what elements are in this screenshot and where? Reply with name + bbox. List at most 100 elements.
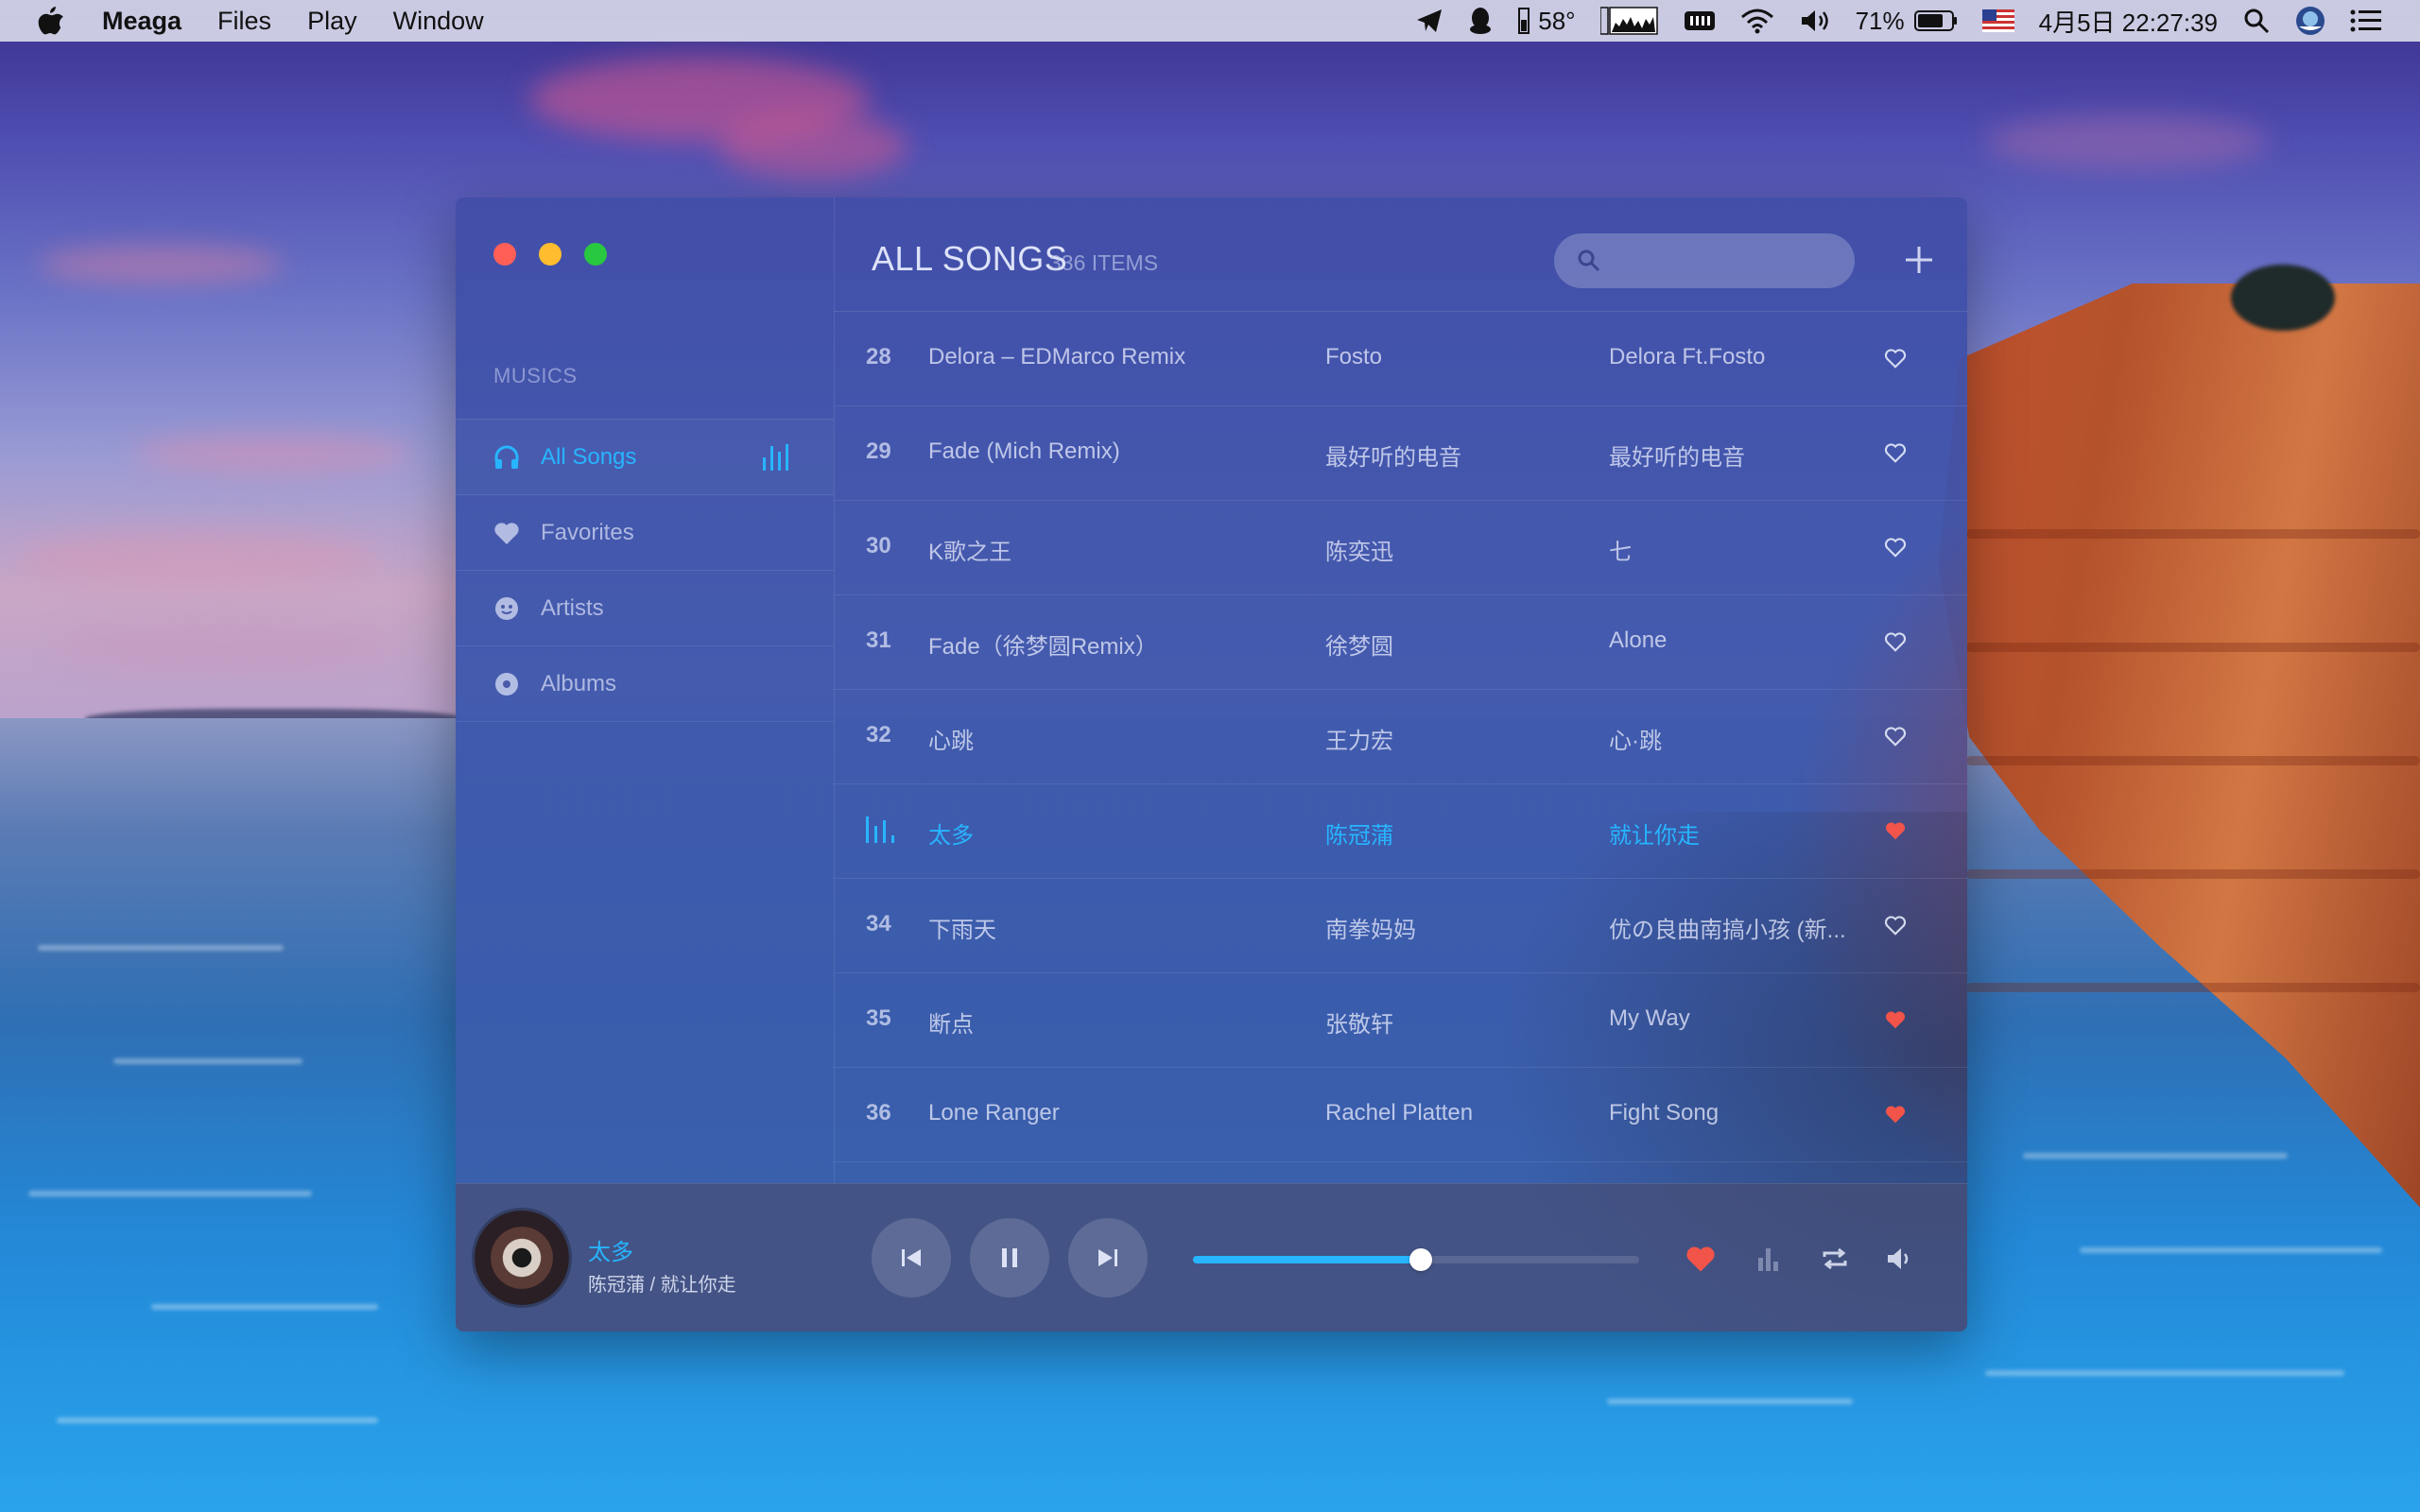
song-artist[interactable]: Rachel Platten xyxy=(1325,1100,1571,1126)
menu-files[interactable]: Files xyxy=(217,7,271,36)
telegram-icon[interactable] xyxy=(1415,8,1443,34)
now-playing-artist-album: 陈冠蒲 / 就让你走 xyxy=(588,1275,736,1296)
song-artist[interactable]: 陈冠蒲 xyxy=(1325,816,1571,850)
sidebar-item-label: All Songs xyxy=(541,443,637,470)
clock[interactable]: 4月5日 22:27:39 xyxy=(2039,4,2218,39)
favorite-filled-heart-icon[interactable] xyxy=(1881,816,1910,845)
song-artist[interactable]: 张敬轩 xyxy=(1325,1005,1571,1039)
favorite-outline-heart-icon[interactable] xyxy=(1881,627,1910,656)
cpu-graph-icon[interactable] xyxy=(1599,6,1659,36)
song-artist[interactable]: 最好听的电音 xyxy=(1325,438,1571,472)
notification-center-icon[interactable] xyxy=(2350,9,2382,33)
previous-icon xyxy=(902,1249,921,1266)
temperature-readout: 58° xyxy=(1538,6,1576,35)
wifi-icon[interactable] xyxy=(1740,8,1774,34)
track-number: 32 xyxy=(866,722,891,747)
song-album[interactable]: 心·跳 xyxy=(1609,722,1855,755)
song-album[interactable]: Alone xyxy=(1609,627,1855,654)
plus-icon xyxy=(1906,247,1932,273)
battery-icon[interactable] xyxy=(1913,9,1958,32)
search-input[interactable] xyxy=(1611,248,1841,274)
previous-track-button[interactable] xyxy=(872,1218,951,1297)
song-artist[interactable]: 王力宏 xyxy=(1325,722,1571,755)
menu-window[interactable]: Window xyxy=(393,7,484,36)
playback-progress-slider[interactable] xyxy=(1193,1248,1639,1271)
now-playing-equalizer-icon xyxy=(866,815,894,843)
user-avatar-icon[interactable] xyxy=(2295,6,2325,36)
song-row[interactable]: 35 断点 张敬轩 My Way xyxy=(834,973,1967,1068)
song-row[interactable]: 30 K歌之王 陈奕迅 七 xyxy=(834,501,1967,595)
song-album[interactable]: Fight Song xyxy=(1609,1100,1855,1126)
sidebar: MUSICS All Songs Favorites Artists Album… xyxy=(456,198,835,1183)
song-album[interactable]: 就让你走 xyxy=(1609,816,1855,850)
track-number: 34 xyxy=(866,911,891,936)
song-artist[interactable]: 陈奕迅 xyxy=(1325,533,1571,566)
favorite-outline-heart-icon[interactable] xyxy=(1881,722,1910,750)
favorite-outline-heart-icon[interactable] xyxy=(1881,533,1910,561)
volume-icon[interactable] xyxy=(1799,8,1831,34)
song-title: Fade (Mich Remix) xyxy=(928,438,1120,464)
memory-icon[interactable] xyxy=(1684,9,1716,33)
song-album[interactable]: 七 xyxy=(1609,533,1855,566)
song-row[interactable]: 32 心跳 王力宏 心·跳 xyxy=(834,690,1967,784)
qq-penguin-icon[interactable] xyxy=(1468,7,1493,35)
disc-icon xyxy=(493,671,520,697)
favorite-filled-heart-icon[interactable] xyxy=(1881,1005,1910,1034)
menubar-status-area: 58° 71% 4月5日 22:27:39 xyxy=(1415,0,2420,42)
sidebar-item-label: Artists xyxy=(541,594,604,621)
favorite-outline-heart-icon[interactable] xyxy=(1881,344,1910,372)
minimize-window-button[interactable] xyxy=(539,243,562,266)
song-title: 太多 xyxy=(928,823,974,849)
track-number: 31 xyxy=(866,627,891,653)
temperature-sensor-icon[interactable] xyxy=(1517,7,1530,35)
menubar: Meaga Files Play Window 58° 71% 4月5日 22:… xyxy=(0,0,2420,42)
sidebar-item-artists[interactable]: Artists xyxy=(456,571,834,646)
heart-icon xyxy=(493,520,520,546)
input-source-flag-icon[interactable] xyxy=(1981,9,2014,32)
menu-play[interactable]: Play xyxy=(307,7,357,36)
volume-icon[interactable] xyxy=(1881,1241,1917,1277)
song-row[interactable]: 28 Delora – EDMarco Remix Fosto Delora F… xyxy=(834,312,1967,406)
album-art-disc[interactable] xyxy=(475,1211,569,1305)
song-album[interactable]: My Way xyxy=(1609,1005,1855,1032)
song-album[interactable]: Delora Ft.Fosto xyxy=(1609,344,1855,370)
track-number: 28 xyxy=(866,344,891,369)
song-row[interactable]: 29 Fade (Mich Remix) 最好听的电音 最好听的电音 xyxy=(834,406,1967,501)
song-row-now-playing[interactable]: 太多 陈冠蒲 就让你走 xyxy=(834,784,1967,879)
equalizer-icon[interactable] xyxy=(1751,1241,1787,1277)
next-icon xyxy=(1098,1249,1117,1266)
song-artist[interactable]: Fosto xyxy=(1325,344,1571,370)
song-album[interactable]: 优の良曲南搞小孩 (新... xyxy=(1609,911,1855,944)
add-song-button[interactable] xyxy=(1900,241,1938,279)
favorite-outline-heart-icon[interactable] xyxy=(1881,438,1910,467)
close-window-button[interactable] xyxy=(493,243,516,266)
repeat-icon[interactable] xyxy=(1817,1241,1853,1277)
app-name-menu[interactable]: Meaga xyxy=(102,7,182,36)
search-box[interactable] xyxy=(1554,233,1855,288)
favorite-filled-heart-icon[interactable] xyxy=(1881,1100,1910,1128)
sidebar-section-label: MUSICS xyxy=(493,364,578,387)
song-row[interactable]: 31 Fade（徐梦圆Remix） 徐梦圆 Alone xyxy=(834,595,1967,690)
like-current-song-heart-icon[interactable] xyxy=(1683,1241,1719,1277)
spotlight-search-icon[interactable] xyxy=(2242,7,2271,35)
song-row[interactable]: 36 Lone Ranger Rachel Platten Fight Song xyxy=(834,1068,1967,1162)
song-artist[interactable]: 南拳妈妈 xyxy=(1325,911,1571,944)
face-icon xyxy=(493,595,520,622)
favorite-outline-heart-icon[interactable] xyxy=(1881,911,1910,939)
song-row[interactable]: 34 下雨天 南拳妈妈 优の良曲南搞小孩 (新... xyxy=(834,879,1967,973)
song-album[interactable]: 最好听的电音 xyxy=(1609,438,1855,472)
next-track-button[interactable] xyxy=(1068,1218,1148,1297)
apple-menu-icon[interactable] xyxy=(38,7,64,35)
progress-fill xyxy=(1193,1256,1421,1263)
progress-knob[interactable] xyxy=(1409,1248,1432,1271)
maximize-window-button[interactable] xyxy=(584,243,607,266)
sidebar-item-all-songs[interactable]: All Songs xyxy=(456,419,834,495)
song-artist[interactable]: 徐梦圆 xyxy=(1325,627,1571,661)
pause-button[interactable] xyxy=(970,1218,1049,1297)
pause-icon xyxy=(1002,1248,1017,1267)
sidebar-item-favorites[interactable]: Favorites xyxy=(456,495,834,571)
song-title: 下雨天 xyxy=(928,918,996,943)
music-app-window: MUSICS All Songs Favorites Artists Album… xyxy=(456,198,1967,1332)
sidebar-item-albums[interactable]: Albums xyxy=(456,646,834,722)
now-playing-equalizer-icon xyxy=(763,444,788,471)
